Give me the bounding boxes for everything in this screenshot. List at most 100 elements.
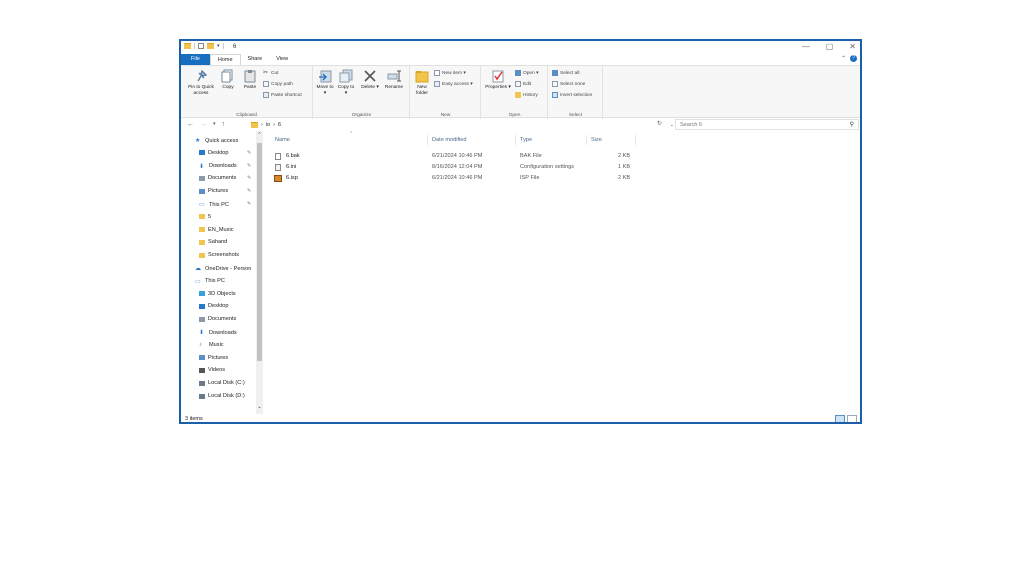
tab-home[interactable]: Home <box>209 54 241 65</box>
table-row[interactable]: 6.ini 8/16/2024 12:04 PM Configuration s… <box>269 163 669 173</box>
minimize-button[interactable]: — <box>802 42 810 51</box>
table-row[interactable]: 6.isp 6/21/2024 10:46 PM ISP File 2 KB <box>269 174 669 184</box>
pin-icon[interactable]: ✎ <box>247 175 251 181</box>
column-divider[interactable] <box>635 135 636 145</box>
nav-item[interactable]: Videos <box>199 367 225 373</box>
nav-item[interactable]: Screenshots <box>199 252 239 258</box>
nav-item[interactable]: Pictures <box>199 355 228 361</box>
easy-access-button[interactable]: Easy access ▾ <box>434 81 473 87</box>
column-header-date[interactable]: Date modified <box>432 137 467 143</box>
breadcrumb-6[interactable]: 6 <box>278 122 281 128</box>
nav-item[interactable]: ▭ This PC <box>195 278 225 285</box>
select-all-icon <box>552 70 558 76</box>
file-size: 2 KB <box>618 153 631 159</box>
open-group-label: Open <box>508 113 521 118</box>
file-name: 6.isp <box>286 175 298 181</box>
search-input[interactable]: Search 6 <box>680 122 702 128</box>
view-buttons <box>835 415 857 422</box>
new-folder-button[interactable]: New folder <box>413 69 431 96</box>
paste-shortcut-button[interactable]: Paste shortcut <box>263 92 302 98</box>
nav-item[interactable]: 5 <box>199 214 211 220</box>
customize-toolbar-icon[interactable]: ▾ <box>217 43 220 49</box>
delete-x-icon <box>363 69 377 83</box>
properties-button[interactable]: Properties ▾ <box>484 69 512 91</box>
nav-item[interactable]: Pictures <box>199 188 228 194</box>
nav-item[interactable]: Desktop <box>199 150 229 156</box>
back-button[interactable]: ← <box>187 121 194 128</box>
tab-view[interactable]: View <box>269 54 295 65</box>
help-icon[interactable]: ? <box>850 55 857 62</box>
nav-item[interactable]: ⬇ Downloads <box>199 329 237 337</box>
file-type: Configuration settings <box>520 164 575 170</box>
details-view-icon[interactable] <box>835 415 845 422</box>
delete-button[interactable]: Delete ▾ <box>360 69 380 91</box>
copy-path-button[interactable]: Copy path <box>263 81 293 87</box>
scroll-down-icon[interactable]: ⌄ <box>256 404 263 410</box>
tab-share[interactable]: Share <box>241 54 270 65</box>
large-icons-view-icon[interactable] <box>847 415 857 422</box>
nav-item[interactable]: ▭ This PC <box>199 201 229 209</box>
nav-item[interactable]: Documents <box>199 316 236 322</box>
pin-icon[interactable]: ✎ <box>247 188 251 194</box>
nav-item[interactable]: Local Disk (D:) <box>199 393 245 399</box>
up-button[interactable]: ↑ <box>222 121 226 128</box>
address-bar[interactable]: › io › 6 ⌄ <box>251 119 674 130</box>
column-divider[interactable] <box>427 135 428 145</box>
maximize-button[interactable]: ▢ <box>826 42 834 51</box>
pin-icon[interactable]: ✎ <box>247 163 251 169</box>
column-header-name[interactable]: Name <box>275 137 290 143</box>
nav-item[interactable]: EN_Music <box>199 227 234 233</box>
recent-locations-button[interactable]: ▾ <box>213 121 216 128</box>
column-divider[interactable] <box>586 135 587 145</box>
scroll-up-icon[interactable]: ⌃ <box>256 131 263 139</box>
nav-scrollbar-thumb[interactable] <box>257 143 262 361</box>
breadcrumb-io[interactable]: io <box>266 122 270 128</box>
copy-to-button[interactable]: Copy to ▾ <box>337 69 355 96</box>
refresh-icon[interactable]: ↻ <box>657 120 662 127</box>
edit-button[interactable]: Edit <box>515 81 531 87</box>
nav-item[interactable]: ★ Quick access <box>195 137 238 145</box>
column-header-type[interactable]: Type <box>520 137 532 143</box>
table-row[interactable]: 6.bak 6/21/2024 10:46 PM BAK File 2 KB <box>269 152 669 162</box>
pictures-icon <box>199 355 205 361</box>
nav-item[interactable]: 3D Objects <box>199 291 236 297</box>
rename-button[interactable]: Rename <box>382 69 406 91</box>
copy-button[interactable]: Copy <box>220 69 236 91</box>
column-divider[interactable] <box>515 135 516 145</box>
nav-item[interactable]: ♪ Music <box>199 342 224 348</box>
nav-item[interactable]: Desktop <box>199 303 229 309</box>
move-to-button[interactable]: Move to ▾ <box>316 69 334 96</box>
nav-item[interactable]: ⬇ Downloads <box>199 163 237 170</box>
breadcrumb-separator-icon: › <box>273 121 275 128</box>
open-button[interactable]: Open ▾ <box>515 70 538 76</box>
select-group-label: Select <box>568 113 583 118</box>
properties-check-icon[interactable] <box>198 43 204 49</box>
invert-selection-button[interactable]: Invert selection <box>552 92 592 98</box>
pin-quick-access-button[interactable]: Pin to Quick access <box>183 69 219 96</box>
collapse-ribbon-icon[interactable]: ⌃ <box>841 55 846 62</box>
nav-item-label: Sahand <box>208 239 228 246</box>
new-item-button[interactable]: New item ▾ <box>434 70 466 76</box>
search-box[interactable]: Search 6 ⚲ <box>675 119 859 130</box>
select-none-button[interactable]: Select none <box>552 81 585 87</box>
cut-button[interactable]: ✂ Cut <box>263 70 278 76</box>
nav-item[interactable]: Documents <box>199 175 236 181</box>
nav-item[interactable]: Sahand <box>199 239 227 245</box>
nav-item[interactable]: ☁ OneDrive - Person <box>195 265 251 273</box>
nav-scrollbar[interactable]: ⌃ ⌄ <box>256 131 263 414</box>
new-folder-icon <box>415 69 429 83</box>
address-dropdown-icon[interactable]: ⌄ <box>670 122 674 128</box>
column-header-size[interactable]: Size <box>591 137 602 143</box>
nav-item[interactable]: Local Disk (C:) <box>199 380 245 386</box>
paste-button[interactable]: Paste <box>241 69 259 91</box>
history-button[interactable]: History <box>515 92 538 98</box>
new-folder-icon[interactable] <box>207 43 214 49</box>
select-all-button[interactable]: Select all <box>552 70 579 76</box>
close-button[interactable]: ✕ <box>849 42 856 51</box>
forward-button[interactable]: → <box>200 121 207 128</box>
tab-file[interactable]: File <box>181 54 210 65</box>
pin-icon[interactable]: ✎ <box>247 150 251 156</box>
nav-item-label: Videos <box>208 367 226 374</box>
pin-icon[interactable]: ✎ <box>247 201 251 207</box>
copy-icon <box>221 69 235 83</box>
